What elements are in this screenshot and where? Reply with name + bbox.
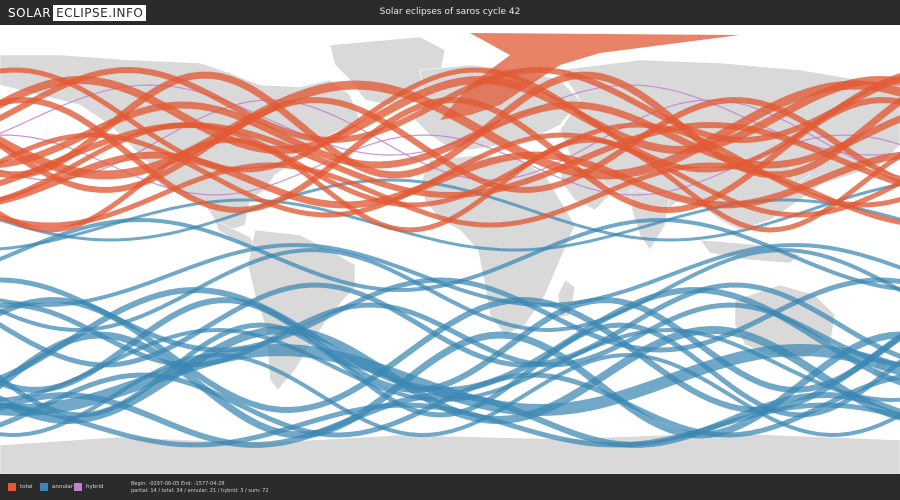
legend-swatch-hybrid [74,483,82,491]
legend-hybrid: hybrid [74,483,104,491]
page-title: Solar eclipses of saros cycle 42 [379,7,521,17]
saros-info: Begin: -0297-06-05 End: -1577-04-28 part… [131,481,269,495]
legend-total: total [8,483,33,491]
legend-annular: annular [40,483,73,491]
legend-label-annular: annular [52,484,73,490]
legend-label-total: total [20,484,33,490]
legend-swatch-total [8,483,16,491]
legend-swatch-annular [40,483,48,491]
eclipse-map-svg [0,33,900,474]
world-map [0,25,900,474]
legend-label-hybrid: hybrid [86,484,104,490]
saros-counts: partial: 14 / total: 34 / annular: 21 / … [131,488,269,494]
top-bar: SOLAR ECLIPSE.INFO Solar eclipses of sar… [0,0,900,25]
bottom-bar: total annular hybrid Begin: -0297-06-05 … [0,474,900,500]
saros-date-range: Begin: -0297-06-05 End: -1577-04-28 [131,481,225,487]
